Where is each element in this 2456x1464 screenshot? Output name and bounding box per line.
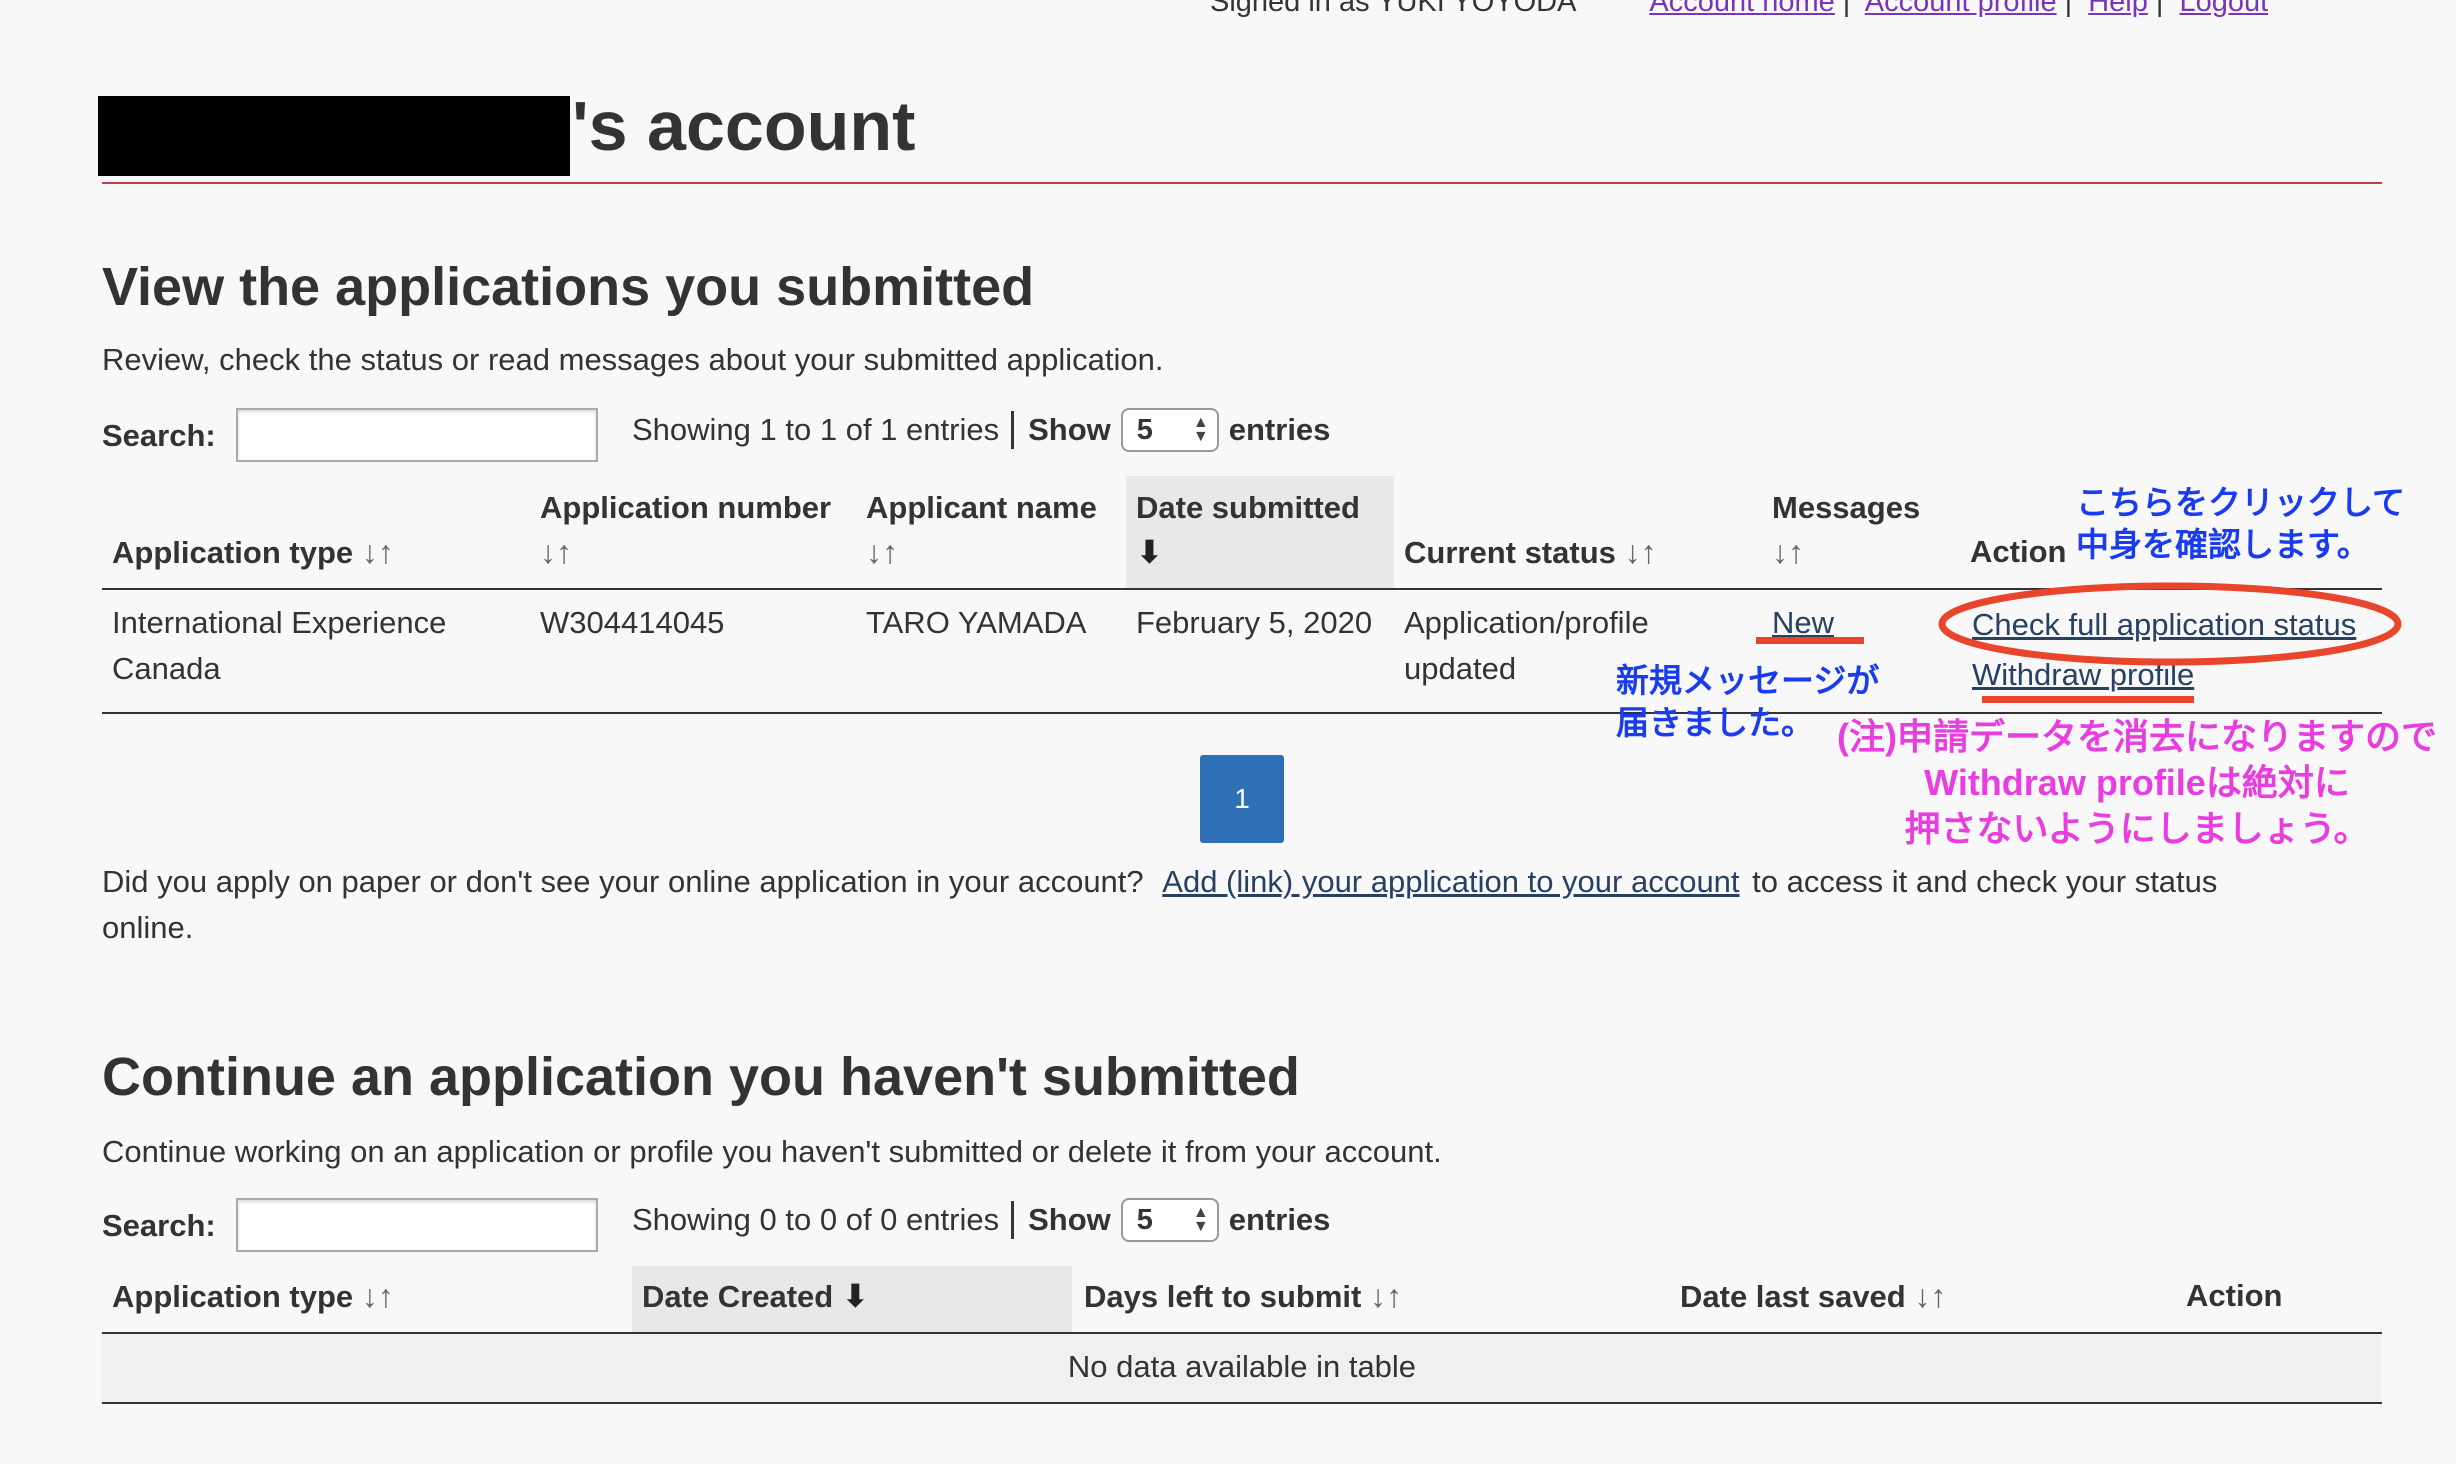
paper-application-text: Did you apply on paper or don't see your… <box>102 864 2217 900</box>
col-application-type-2[interactable]: Application type ↓↑ <box>112 1274 394 1319</box>
unsubmitted-description: Continue working on an application or pr… <box>102 1134 1442 1169</box>
col-date-last-saved[interactable]: Date last saved ↓↑ <box>1680 1274 1946 1319</box>
col-label: Date Created <box>642 1279 834 1314</box>
annotation-text: こちらをクリックして <box>2076 484 2406 521</box>
annotation-click-here: こちらをクリックして 中身を確認します。 <box>2076 482 2405 566</box>
annotation-text: 新規メッセージが <box>1616 662 1880 699</box>
withdraw-underline-mark <box>1982 696 2194 703</box>
col-label: Application type <box>112 1279 354 1314</box>
annotation-text: 届きました。 <box>1616 704 1814 741</box>
annotation-withdraw-warning: (注)申請データを消去になりますので Withdraw profileは絶対に … <box>1822 714 2452 852</box>
show-label: Show <box>1028 1202 1111 1237</box>
unsubmitted-showing-text: Showing 0 to 0 of 0 entries <box>632 1202 1000 1237</box>
table2-bottom-rule <box>102 1402 2382 1404</box>
new-underline-mark <box>1756 637 1864 644</box>
col-label: Days left to submit <box>1084 1279 1362 1314</box>
unsubmitted-search-input[interactable] <box>236 1198 598 1252</box>
pagination-page-1[interactable]: 1 <box>1200 755 1284 843</box>
entries-label: entries <box>1228 1202 1331 1237</box>
unsubmitted-heading: Continue an application you haven't subm… <box>102 1047 1300 1107</box>
arrow-down-icon: ⬇ <box>841 1278 869 1314</box>
paper-text-line2: online. <box>102 910 194 945</box>
unsubmitted-entries-info: Showing 0 to 0 of 0 entries Show 5 ▲ ▼ en… <box>632 1198 1330 1242</box>
highlight-ellipse <box>1938 582 2402 666</box>
unsubmitted-search-label: Search: <box>102 1208 216 1243</box>
annotation-text: 中身を確認します。 <box>2076 526 2370 563</box>
col-label: Date last saved <box>1680 1279 1906 1314</box>
annotation-text: (注)申請データを消去になりますので <box>1837 716 2437 757</box>
sort-both-icon: ↓↑ <box>361 1278 394 1314</box>
page-size-value: 5 <box>1136 1203 1153 1236</box>
col-days-left[interactable]: Days left to submit ↓↑ <box>1084 1274 1402 1319</box>
sort-both-icon: ↓↑ <box>1369 1278 1402 1314</box>
add-application-link[interactable]: Add (link) your application to your acco… <box>1162 864 1739 899</box>
unsubmitted-page-size-select[interactable]: 5 ▲ ▼ <box>1120 1198 1219 1242</box>
select-arrows-icon: ▲ ▼ <box>1192 1204 1209 1235</box>
paper-text-after: to access it and check your status <box>1752 864 2218 899</box>
col-date-created[interactable]: Date Created ⬇ <box>642 1274 869 1319</box>
annotation-text: 押さないようにしましょう。 <box>1904 808 2370 849</box>
divider <box>1011 1201 1015 1239</box>
col-action-2: Action <box>2186 1278 2283 1313</box>
annotation-text: Withdraw profileは絶対に <box>1924 762 2350 803</box>
paper-text: Did you apply on paper or don't see your… <box>102 864 1144 899</box>
sort-both-icon: ↓↑ <box>1914 1278 1947 1314</box>
empty-table-message: No data available in table <box>1067 1349 1417 1384</box>
